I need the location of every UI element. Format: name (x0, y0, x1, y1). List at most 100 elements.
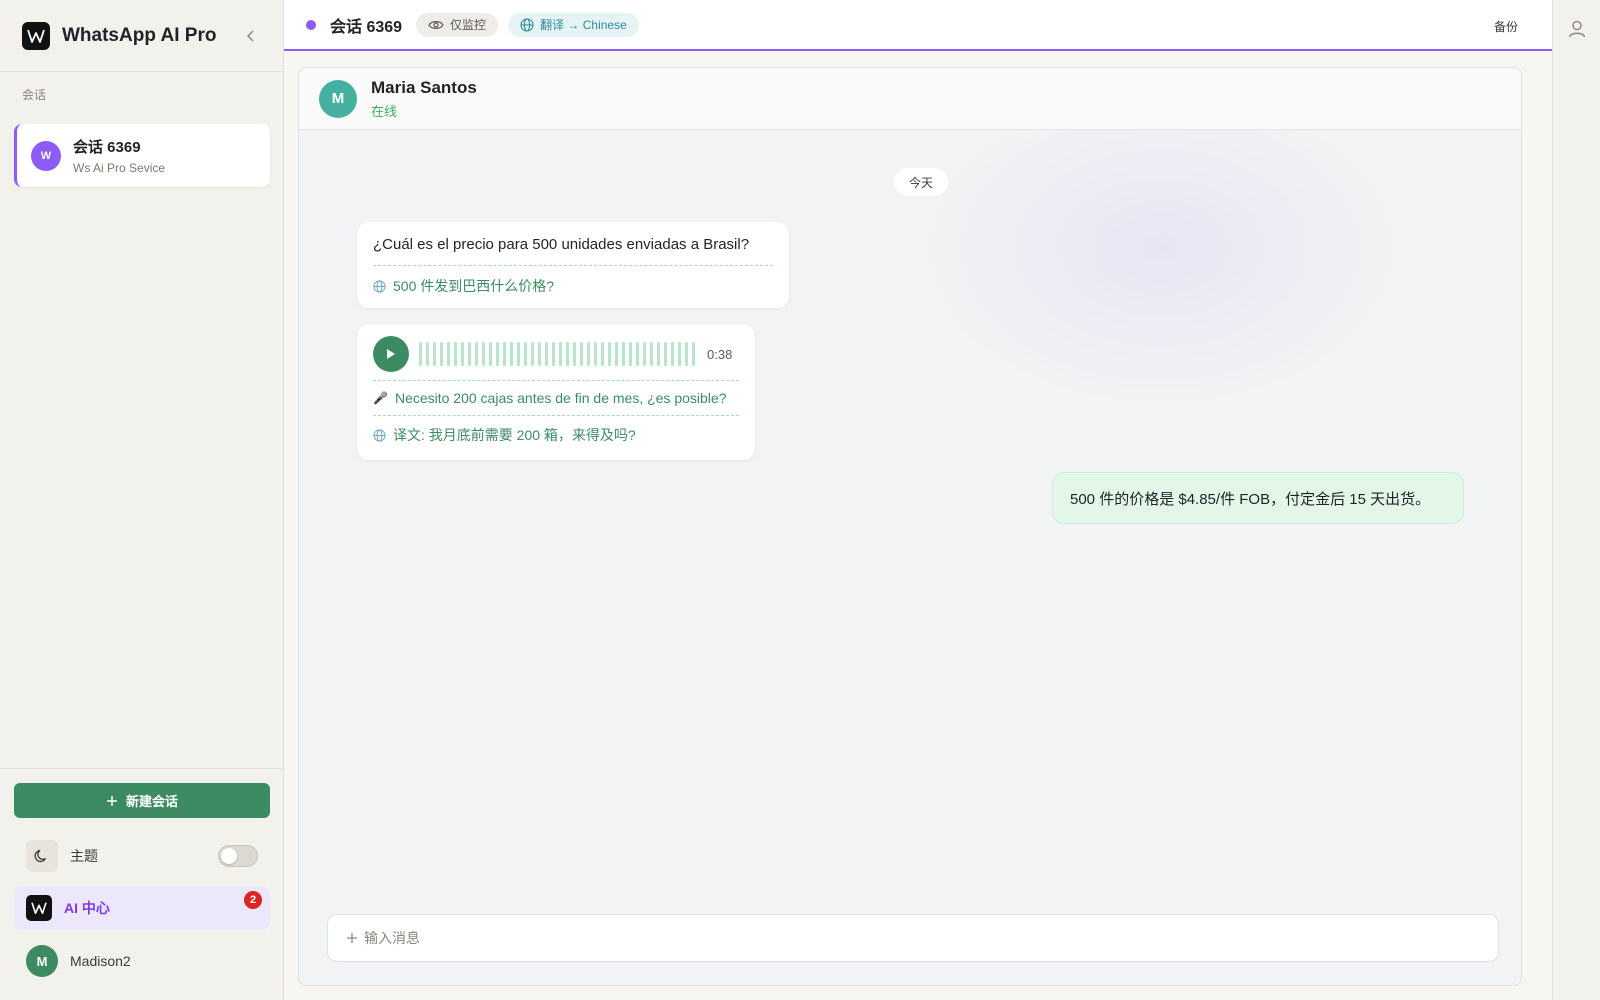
translation-text: 500 件发到巴西什么价格? (393, 278, 555, 294)
monitor-only-chip[interactable]: 仅监控 (416, 12, 499, 37)
new-conversation-button[interactable]: 新建会话 (14, 783, 270, 818)
waveform-bar (461, 342, 464, 366)
moon-icon (26, 840, 58, 872)
ai-center-label: AI 中心 (64, 900, 110, 916)
message-translation: 500 件发到巴西什么价格? (373, 276, 773, 296)
waveform-bar (671, 342, 674, 366)
plus-icon[interactable] (346, 932, 358, 944)
waveform-bar (510, 342, 513, 366)
theme-row: 主题 (26, 839, 258, 873)
translate-chip[interactable]: 翻译 → Chinese (508, 12, 639, 37)
waveform-bar (622, 342, 625, 366)
voice-duration: 0:38 (707, 346, 733, 362)
voice-player: 0:38 (373, 336, 739, 372)
waveform-bar (489, 342, 492, 366)
waveform-bar (419, 342, 422, 366)
waveform-bar (475, 342, 478, 366)
conversations-section-label: 会话 (22, 88, 47, 102)
translation-text: 译文: 我月底前需要 200 箱，来得及吗? (393, 427, 636, 443)
ai-center-item[interactable]: AI 中心 2 (14, 886, 270, 930)
contact-name: Maria Santos (371, 77, 477, 97)
conversation-avatar: W (31, 140, 61, 171)
waveform-bar (552, 342, 555, 366)
new-conversation-label: 新建会话 (125, 794, 178, 809)
mic-icon: 🎤 (373, 391, 388, 405)
top-bar: 会话 6369 仅监控 翻译 → Chinese 备份 (284, 0, 1552, 51)
waveform-bar (594, 342, 597, 366)
waveform-bar (454, 342, 457, 366)
waveform-bar (636, 342, 639, 366)
voice-waveform[interactable] (419, 342, 695, 366)
waveform-bar (496, 342, 499, 366)
message-composer (327, 914, 1499, 962)
message-divider (373, 380, 739, 381)
waveform-bar (685, 342, 688, 366)
user-profile-item[interactable]: M Madison2 (26, 944, 131, 978)
ai-logo-icon (26, 895, 52, 921)
translate-label: 翻译 → Chinese (540, 18, 627, 32)
contact-avatar: M (319, 79, 357, 118)
app-logo-icon (22, 21, 50, 50)
waveform-bar (545, 342, 548, 366)
incoming-voice-message: 0:38 🎤 Necesito 200 cajas antes de fin d… (357, 324, 755, 460)
waveform-bar (587, 342, 590, 366)
waveform-bar (657, 342, 660, 366)
waveform-bar (433, 342, 436, 366)
app-title: WhatsApp AI Pro (62, 24, 217, 46)
right-rail (1552, 0, 1600, 1000)
incoming-message: ¿Cuál es el precio para 500 unidades env… (357, 222, 789, 308)
waveform-bar (608, 342, 611, 366)
brand-header: WhatsApp AI Pro (0, 0, 283, 72)
waveform-bar (440, 342, 443, 366)
waveform-bar (678, 342, 681, 366)
waveform-bar (692, 342, 695, 366)
theme-toggle[interactable] (218, 845, 258, 867)
globe-icon (520, 17, 534, 32)
chat-header: M Maria Santos 在线 (299, 68, 1521, 130)
message-divider (373, 265, 773, 266)
waveform-bar (580, 342, 583, 366)
monitor-only-label: 仅监控 (450, 18, 487, 32)
waveform-bar (517, 342, 520, 366)
waveform-bar (664, 342, 667, 366)
user-icon[interactable] (1567, 19, 1587, 44)
play-icon[interactable] (373, 336, 409, 372)
chat-panel: M Maria Santos 在线 今天 ¿Cuál es el precio … (298, 67, 1522, 986)
voice-transcript: 🎤 Necesito 200 cajas antes de fin de mes… (373, 390, 739, 406)
outgoing-message: 500 件的价格是 $4.85/件 FOB，付定金后 15 天出货。 (1052, 472, 1464, 524)
message-divider (373, 415, 739, 416)
user-name: Madison2 (70, 953, 131, 969)
waveform-bar (650, 342, 653, 366)
message-text: ¿Cuál es el precio para 500 unidades env… (373, 236, 750, 253)
eye-icon (428, 20, 444, 29)
globe-icon (373, 279, 386, 293)
message-input[interactable] (364, 930, 1464, 946)
date-separator: 今天 (894, 168, 949, 196)
waveform-bar (426, 342, 429, 366)
contact-status: 在线 (371, 103, 398, 119)
sidebar-footer: 新建会话 主题 AI 中心 2 M Madison2 (0, 768, 284, 1000)
waveform-bar (468, 342, 471, 366)
waveform-bar (538, 342, 541, 366)
collapse-chevron-icon[interactable] (241, 26, 261, 46)
waveform-bar (531, 342, 534, 366)
waveform-bar (566, 342, 569, 366)
conversation-title: 会话 6369 (330, 18, 403, 36)
waveform-bar (447, 342, 450, 366)
main-area: 会话 6369 仅监控 翻译 → Chinese 备份 M Maria Sant… (284, 0, 1552, 1000)
waveform-bar (615, 342, 618, 366)
waveform-bar (643, 342, 646, 366)
waveform-bar (559, 342, 562, 366)
transcript-text: Necesito 200 cajas antes de fin de mes, … (394, 390, 727, 406)
waveform-bar (629, 342, 632, 366)
backup-button[interactable]: 备份 (1494, 18, 1518, 35)
conversation-subtitle: Ws Ai Pro Sevice (73, 161, 166, 175)
theme-label: 主题 (70, 848, 98, 864)
message-translation: 译文: 我月底前需要 200 箱，来得及吗? (373, 425, 739, 445)
conversation-item[interactable]: W 会话 6369 Ws Ai Pro Sevice (14, 124, 270, 187)
waveform-bar (503, 342, 506, 366)
status-dot (306, 19, 316, 30)
waveform-bar (524, 342, 527, 366)
waveform-bar (482, 342, 485, 366)
user-avatar: M (26, 945, 58, 977)
